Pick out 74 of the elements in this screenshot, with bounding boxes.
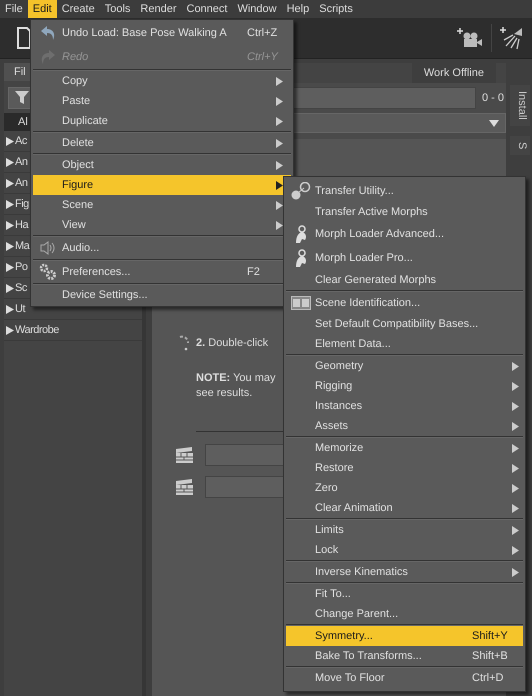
menu-bar-item[interactable]: Create xyxy=(56,0,100,18)
menu-item[interactable]: Delete xyxy=(33,133,291,153)
category-item[interactable]: Sc xyxy=(15,282,27,294)
expand-arrow-icon[interactable] xyxy=(6,158,14,166)
menu-item[interactable]: Element Data... xyxy=(286,334,523,354)
category-item[interactable]: Wardrobe xyxy=(15,324,59,336)
menu-bar-item[interactable]: Scripts xyxy=(314,0,358,18)
category-item[interactable]: Ut xyxy=(15,303,25,315)
note-text: NOTE: You may see results. xyxy=(196,371,276,401)
side-tab[interactable]: Install xyxy=(510,85,530,126)
clapboard-icon xyxy=(176,447,193,463)
menu-bar-item[interactable]: Tools xyxy=(100,0,136,18)
scene-card-icon xyxy=(290,296,310,310)
menu-bar-item[interactable]: Render xyxy=(135,0,182,18)
category-item[interactable]: Po xyxy=(15,261,28,273)
menu-bar-item[interactable]: Help xyxy=(282,0,314,18)
category-item[interactable]: An xyxy=(15,177,28,189)
expand-arrow-icon[interactable] xyxy=(6,326,14,334)
camera-icon[interactable] xyxy=(457,27,483,49)
menu-bar-item[interactable]: Connect xyxy=(182,0,232,18)
light-icon[interactable] xyxy=(500,26,524,50)
menu-item[interactable]: Object xyxy=(33,155,291,175)
gears-icon xyxy=(38,263,56,281)
menu-item[interactable]: Clear Animation xyxy=(286,498,523,518)
menu-item[interactable]: Copy xyxy=(33,71,291,91)
category-item[interactable]: Ac xyxy=(15,135,27,147)
work-offline-button[interactable]: Work Offline xyxy=(412,63,496,83)
menu-item[interactable]: Assets xyxy=(286,416,523,436)
menu-bar-item[interactable]: File xyxy=(0,0,28,18)
menu-item[interactable]: Move To Floor Ctrl+D xyxy=(286,668,523,688)
category-item[interactable]: Ma xyxy=(15,240,30,252)
menu-item[interactable]: Lock xyxy=(286,540,523,560)
expand-arrow-icon[interactable] xyxy=(6,200,14,208)
category-item[interactable]: Fig xyxy=(15,198,29,210)
clapboard-icon xyxy=(176,479,193,495)
menu-item[interactable]: Inverse Kinematics xyxy=(286,562,523,582)
speaker-icon xyxy=(40,241,56,255)
dropdown-arrow-icon xyxy=(489,120,499,126)
menu-item[interactable]: Geometry xyxy=(286,356,523,376)
menu-item[interactable]: Bake To Transforms... Shift+B xyxy=(286,646,523,666)
expand-arrow-icon[interactable] xyxy=(6,304,14,314)
menu-item[interactable]: Instances xyxy=(286,396,523,416)
category-item[interactable]: Ha xyxy=(15,219,28,231)
result-range: 0 - 0 xyxy=(482,92,505,104)
menu-item[interactable]: Figure xyxy=(33,175,291,195)
menu-bar-item[interactable]: Window xyxy=(232,0,282,18)
menu-item[interactable]: Limits xyxy=(286,520,523,540)
menu-item[interactable]: Duplicate xyxy=(33,111,291,131)
expand-arrow-icon[interactable] xyxy=(6,262,14,272)
expand-arrow-icon[interactable] xyxy=(6,136,14,146)
category-item[interactable]: An xyxy=(15,156,28,168)
menu-item[interactable]: Set Default Compatibility Bases... xyxy=(286,314,523,334)
menu-item[interactable]: Fit To... xyxy=(286,584,523,604)
menu-bar-item[interactable]: Edit xyxy=(28,0,57,18)
expand-arrow-icon[interactable] xyxy=(6,178,14,188)
menu-item[interactable]: Paste xyxy=(33,91,291,111)
document-icon[interactable] xyxy=(17,27,31,49)
instruction-text: 2. Double-click xyxy=(196,337,268,349)
menu-item[interactable]: Undo Load: Base Pose Walking A Ctrl+Z xyxy=(33,21,291,45)
filter-icon xyxy=(15,91,31,105)
menu-item[interactable]: Symmetry... Shift+Y xyxy=(286,626,523,646)
menu-item[interactable]: Scene Identification... xyxy=(286,292,523,314)
menu-item[interactable]: Restore xyxy=(286,458,523,478)
expand-arrow-icon[interactable] xyxy=(6,284,14,292)
menu-item[interactable]: Memorize xyxy=(286,438,523,458)
transfer-icon xyxy=(290,182,310,200)
undo-icon xyxy=(38,24,56,42)
menu-item[interactable]: Zero xyxy=(286,478,523,498)
menu-item[interactable]: Rigging xyxy=(286,376,523,396)
menu-item[interactable]: Transfer Active Morphs xyxy=(286,202,523,222)
side-tab[interactable]: S xyxy=(510,136,530,156)
expand-arrow-icon[interactable] xyxy=(6,242,14,250)
menu-item[interactable]: Change Parent... xyxy=(286,604,523,624)
expand-arrow-icon[interactable] xyxy=(6,220,14,230)
